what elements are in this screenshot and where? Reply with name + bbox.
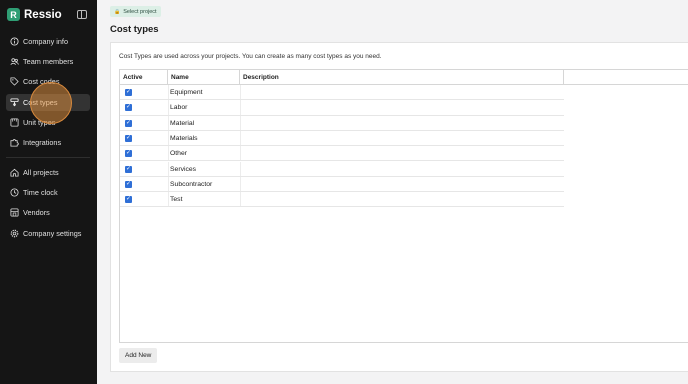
gear-icon (10, 229, 19, 238)
sidebar-item-integrations[interactable]: Integrations (6, 134, 90, 151)
cost-type-name: Services (170, 165, 197, 173)
table-row[interactable]: ✓ Services (120, 161, 564, 177)
table-row[interactable]: ✓ Other (120, 146, 564, 162)
brand[interactable]: R Ressio (7, 8, 62, 21)
column-header-description[interactable]: Description (240, 70, 564, 84)
sidebar-item-label: Company info (23, 37, 69, 46)
sidebar-item-company-info[interactable]: Company info (6, 33, 90, 50)
cost-types-table: Active Name Description ✓ Equipment ✓ La… (119, 69, 688, 343)
cost-type-name: Test (170, 196, 183, 204)
sidebar-item-company-settings[interactable]: Company settings (6, 225, 90, 242)
click-indicator (30, 82, 72, 124)
cost-type-name: Subcontractor (170, 180, 213, 188)
sidebar-divider (6, 157, 90, 158)
active-checkbox[interactable]: ✓ (125, 180, 132, 188)
sidebar-item-label: Team members (23, 57, 74, 66)
sidebar: R Ressio Company info Team members Cost … (0, 0, 97, 384)
page-title: Cost types (110, 24, 159, 35)
active-checkbox[interactable]: ✓ (125, 150, 132, 158)
select-project-label: Select project (123, 8, 157, 15)
cost-type-name: Materials (170, 134, 198, 142)
cost-types-panel: Cost Types are used across your projects… (110, 42, 688, 372)
sidebar-item-label: All projects (23, 168, 59, 177)
page-description: Cost Types are used across your projects… (119, 53, 382, 60)
active-checkbox[interactable]: ✓ (125, 165, 132, 173)
add-new-button[interactable]: Add New (119, 348, 158, 363)
sidebar-item-label: Company settings (23, 229, 82, 238)
column-header-active[interactable]: Active (120, 70, 168, 84)
ressio-logo-icon: R (7, 8, 20, 21)
table-row[interactable]: ✓ Subcontractor (120, 176, 564, 193)
sidebar-item-label: Integrations (23, 138, 62, 147)
sidebar-item-label: Vendors (23, 208, 50, 217)
active-checkbox[interactable]: ✓ (125, 89, 132, 96)
clock-icon (10, 188, 19, 197)
collapse-sidebar-icon[interactable] (77, 10, 87, 19)
sidebar-item-team-members[interactable]: Team members (6, 53, 90, 70)
active-checkbox[interactable]: ✓ (125, 104, 132, 112)
active-checkbox[interactable]: ✓ (125, 119, 132, 127)
active-checkbox[interactable]: ✓ (125, 134, 132, 142)
column-header-name[interactable]: Name (168, 70, 240, 84)
table-row[interactable]: ✓ Material (120, 115, 564, 131)
table-header: Active Name Description (120, 70, 688, 85)
puzzle-icon (10, 138, 19, 147)
lock-icon: 🔒 (114, 8, 121, 15)
store-icon (10, 208, 19, 217)
table-row[interactable]: ✓ Equipment (120, 85, 564, 101)
table-row[interactable]: ✓ Labor (120, 100, 564, 116)
brand-name: Ressio (24, 8, 62, 21)
select-project-chip[interactable]: 🔒 Select project (110, 6, 161, 17)
sidebar-item-label: Time clock (23, 188, 58, 197)
table-row[interactable]: ✓ Materials (120, 130, 564, 147)
tag-icon (10, 77, 19, 86)
sidebar-item-all-projects[interactable]: All projects (6, 164, 90, 181)
info-icon (10, 37, 19, 46)
table-row[interactable]: ✓ Test (120, 192, 564, 208)
active-checkbox[interactable]: ✓ (125, 196, 132, 204)
cost-type-name: Other (170, 150, 187, 158)
users-icon (10, 57, 19, 66)
ruler-icon (10, 118, 19, 127)
cost-type-name: Material (170, 119, 195, 127)
cost-type-name: Labor (170, 104, 188, 112)
cost-type-name: Equipment (170, 89, 203, 96)
home-icon (10, 168, 19, 177)
cost-type-icon (10, 98, 19, 107)
sidebar-item-time-clock[interactable]: Time clock (6, 184, 90, 201)
sidebar-item-vendors[interactable]: Vendors (6, 204, 90, 221)
